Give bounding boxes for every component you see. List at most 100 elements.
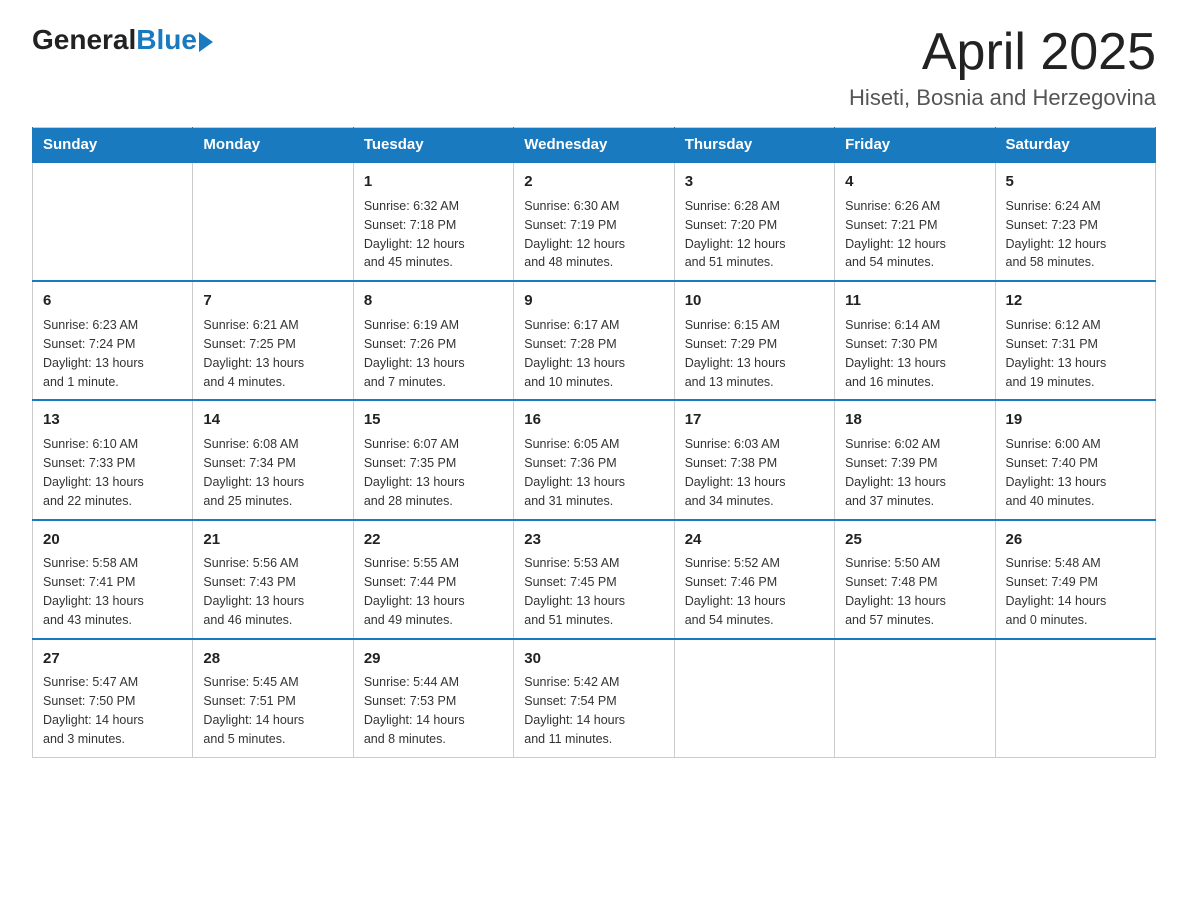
calendar-header-sunday: Sunday	[33, 128, 193, 163]
calendar-day-15: 15 Sunrise: 6:07 AM Sunset: 7:35 PM Dayli…	[353, 400, 513, 519]
calendar-day-5: 5 Sunrise: 6:24 AM Sunset: 7:23 PM Daylig…	[995, 162, 1155, 281]
day-number: 9	[524, 290, 663, 312]
calendar-header-thursday: Thursday	[674, 128, 834, 163]
logo-blue-text: Blue	[136, 24, 197, 56]
calendar-day-23: 23 Sunrise: 5:53 AM Sunset: 7:45 PM Dayli…	[514, 520, 674, 639]
day-info: Sunrise: 6:02 AM Sunset: 7:39 PM Dayligh…	[845, 437, 946, 508]
logo-general-text: General	[32, 24, 136, 56]
calendar-header-monday: Monday	[193, 128, 353, 163]
calendar-day-10: 10Sunrise: 6:15 AM Sunset: 7:29 PM Dayli…	[674, 281, 834, 400]
calendar-day-28: 28Sunrise: 5:45 AM Sunset: 7:51 PM Dayli…	[193, 639, 353, 758]
header: General Blue April 2025 Hiseti, Bosnia a…	[32, 24, 1156, 111]
day-number: 19	[1006, 409, 1145, 431]
calendar-week-row-5: 27Sunrise: 5:47 AM Sunset: 7:50 PM Dayli…	[33, 639, 1156, 758]
calendar-day-8: 8 Sunrise: 6:19 AM Sunset: 7:26 PM Daylig…	[353, 281, 513, 400]
day-info: Sunrise: 6:14 AM Sunset: 7:30 PM Dayligh…	[845, 318, 946, 389]
day-info: Sunrise: 6:32 AM Sunset: 7:18 PM Dayligh…	[364, 199, 465, 270]
calendar-header-row: SundayMondayTuesdayWednesdayThursdayFrid…	[33, 128, 1156, 163]
day-info: Sunrise: 6:24 AM Sunset: 7:23 PM Dayligh…	[1006, 199, 1107, 270]
day-info: Sunrise: 5:50 AM Sunset: 7:48 PM Dayligh…	[845, 556, 946, 627]
calendar-day-12: 12 Sunrise: 6:12 AM Sunset: 7:31 PM Dayli…	[995, 281, 1155, 400]
day-number: 18	[845, 409, 984, 431]
day-info: Sunrise: 5:44 AM Sunset: 7:53 PM Dayligh…	[364, 675, 465, 746]
day-info: Sunrise: 6:10 AM Sunset: 7:33 PM Dayligh…	[43, 437, 144, 508]
calendar-day-20: 20 Sunrise: 5:58 AM Sunset: 7:41 PM Dayli…	[33, 520, 193, 639]
day-number: 15	[364, 409, 503, 431]
day-number: 14	[203, 409, 342, 431]
calendar-day-2: 2Sunrise: 6:30 AM Sunset: 7:19 PM Daylig…	[514, 162, 674, 281]
calendar-day-1: 1 Sunrise: 6:32 AM Sunset: 7:18 PM Daylig…	[353, 162, 513, 281]
day-info: Sunrise: 6:21 AM Sunset: 7:25 PM Dayligh…	[203, 318, 304, 389]
day-number: 17	[685, 409, 824, 431]
day-number: 29	[364, 648, 503, 670]
calendar-day-4: 4 Sunrise: 6:26 AM Sunset: 7:21 PM Daylig…	[835, 162, 995, 281]
day-number: 21	[203, 529, 342, 551]
calendar-header-tuesday: Tuesday	[353, 128, 513, 163]
day-number: 2	[524, 171, 663, 193]
calendar-day-19: 19Sunrise: 6:00 AM Sunset: 7:40 PM Dayli…	[995, 400, 1155, 519]
day-info: Sunrise: 6:12 AM Sunset: 7:31 PM Dayligh…	[1006, 318, 1107, 389]
calendar-table: SundayMondayTuesdayWednesdayThursdayFrid…	[32, 127, 1156, 758]
day-info: Sunrise: 6:26 AM Sunset: 7:21 PM Dayligh…	[845, 199, 946, 270]
calendar-header-saturday: Saturday	[995, 128, 1155, 163]
day-info: Sunrise: 5:42 AM Sunset: 7:54 PM Dayligh…	[524, 675, 625, 746]
calendar-day-9: 9 Sunrise: 6:17 AM Sunset: 7:28 PM Daylig…	[514, 281, 674, 400]
day-number: 12	[1006, 290, 1145, 312]
calendar-week-row-1: 1 Sunrise: 6:32 AM Sunset: 7:18 PM Daylig…	[33, 162, 1156, 281]
day-number: 3	[685, 171, 824, 193]
day-info: Sunrise: 5:47 AM Sunset: 7:50 PM Dayligh…	[43, 675, 144, 746]
day-number: 13	[43, 409, 182, 431]
day-info: Sunrise: 6:07 AM Sunset: 7:35 PM Dayligh…	[364, 437, 465, 508]
calendar-day-29: 29 Sunrise: 5:44 AM Sunset: 7:53 PM Dayli…	[353, 639, 513, 758]
day-number: 11	[845, 290, 984, 312]
calendar-day-11: 11 Sunrise: 6:14 AM Sunset: 7:30 PM Dayli…	[835, 281, 995, 400]
day-number: 26	[1006, 529, 1145, 551]
day-info: Sunrise: 5:58 AM Sunset: 7:41 PM Dayligh…	[43, 556, 144, 627]
title-area: April 2025 Hiseti, Bosnia and Herzegovin…	[849, 24, 1156, 111]
day-info: Sunrise: 5:55 AM Sunset: 7:44 PM Dayligh…	[364, 556, 465, 627]
calendar-header-wednesday: Wednesday	[514, 128, 674, 163]
day-number: 20	[43, 529, 182, 551]
day-info: Sunrise: 5:56 AM Sunset: 7:43 PM Dayligh…	[203, 556, 304, 627]
calendar-day-13: 13 Sunrise: 6:10 AM Sunset: 7:33 PM Dayli…	[33, 400, 193, 519]
day-number: 30	[524, 648, 663, 670]
location-subtitle: Hiseti, Bosnia and Herzegovina	[849, 85, 1156, 111]
day-number: 7	[203, 290, 342, 312]
calendar-day-16: 16 Sunrise: 6:05 AM Sunset: 7:36 PM Dayli…	[514, 400, 674, 519]
calendar-empty-cell	[193, 162, 353, 281]
calendar-day-30: 30 Sunrise: 5:42 AM Sunset: 7:54 PM Dayli…	[514, 639, 674, 758]
day-number: 8	[364, 290, 503, 312]
calendar-day-3: 3 Sunrise: 6:28 AM Sunset: 7:20 PM Daylig…	[674, 162, 834, 281]
logo-arrow-icon	[199, 32, 213, 52]
calendar-empty-cell	[995, 639, 1155, 758]
day-info: Sunrise: 6:28 AM Sunset: 7:20 PM Dayligh…	[685, 199, 786, 270]
day-info: Sunrise: 6:03 AM Sunset: 7:38 PM Dayligh…	[685, 437, 786, 508]
day-number: 6	[43, 290, 182, 312]
day-info: Sunrise: 6:23 AM Sunset: 7:24 PM Dayligh…	[43, 318, 144, 389]
day-number: 23	[524, 529, 663, 551]
calendar-day-26: 26Sunrise: 5:48 AM Sunset: 7:49 PM Dayli…	[995, 520, 1155, 639]
day-info: Sunrise: 6:19 AM Sunset: 7:26 PM Dayligh…	[364, 318, 465, 389]
month-title: April 2025	[849, 24, 1156, 81]
logo: General Blue	[32, 24, 213, 56]
day-info: Sunrise: 6:05 AM Sunset: 7:36 PM Dayligh…	[524, 437, 625, 508]
calendar-week-row-2: 6 Sunrise: 6:23 AM Sunset: 7:24 PM Daylig…	[33, 281, 1156, 400]
calendar-day-22: 22Sunrise: 5:55 AM Sunset: 7:44 PM Dayli…	[353, 520, 513, 639]
day-info: Sunrise: 5:53 AM Sunset: 7:45 PM Dayligh…	[524, 556, 625, 627]
calendar-day-17: 17 Sunrise: 6:03 AM Sunset: 7:38 PM Dayli…	[674, 400, 834, 519]
day-number: 28	[203, 648, 342, 670]
calendar-header-friday: Friday	[835, 128, 995, 163]
day-number: 4	[845, 171, 984, 193]
day-number: 24	[685, 529, 824, 551]
day-number: 25	[845, 529, 984, 551]
calendar-day-7: 7 Sunrise: 6:21 AM Sunset: 7:25 PM Daylig…	[193, 281, 353, 400]
day-number: 1	[364, 171, 503, 193]
calendar-empty-cell	[674, 639, 834, 758]
day-info: Sunrise: 6:17 AM Sunset: 7:28 PM Dayligh…	[524, 318, 625, 389]
day-number: 10	[685, 290, 824, 312]
day-number: 16	[524, 409, 663, 431]
day-number: 5	[1006, 171, 1145, 193]
day-info: Sunrise: 5:52 AM Sunset: 7:46 PM Dayligh…	[685, 556, 786, 627]
calendar-day-14: 14Sunrise: 6:08 AM Sunset: 7:34 PM Dayli…	[193, 400, 353, 519]
calendar-day-25: 25 Sunrise: 5:50 AM Sunset: 7:48 PM Dayli…	[835, 520, 995, 639]
